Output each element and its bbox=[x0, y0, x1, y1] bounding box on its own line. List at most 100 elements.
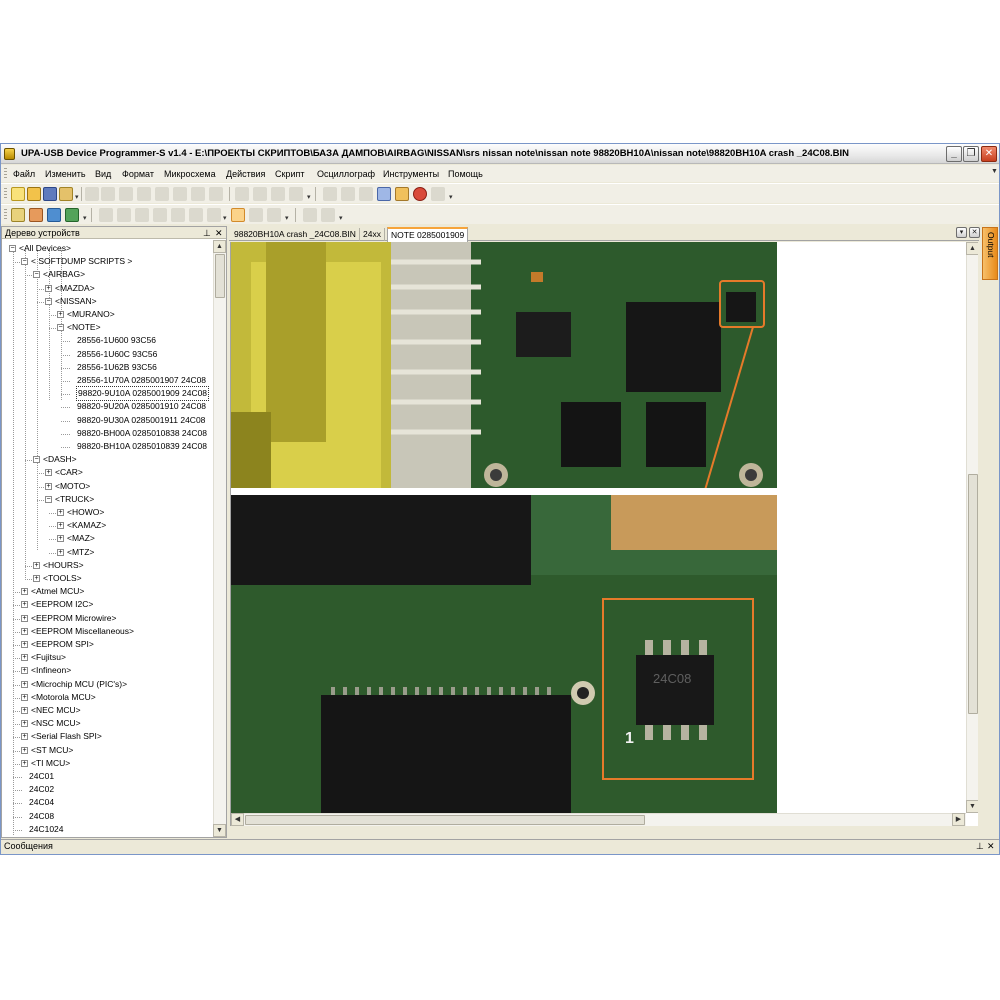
read-chip-icon[interactable] bbox=[85, 187, 99, 201]
tree-item[interactable]: <EEPROM I2C> bbox=[31, 598, 93, 611]
expand-icon[interactable]: + bbox=[21, 601, 28, 609]
expand-icon[interactable]: + bbox=[57, 535, 64, 543]
tree-item[interactable]: 98820-BH10A 0285010839 24C08 bbox=[77, 440, 207, 453]
zoom-icon[interactable] bbox=[323, 187, 337, 201]
tree-item[interactable]: <Infineon> bbox=[31, 664, 71, 677]
expand-icon[interactable]: + bbox=[21, 720, 28, 728]
toolbar-dropdown-icon[interactable]: ▾ bbox=[339, 215, 344, 222]
tree-item[interactable]: 98820-9U30A 0285001911 24C08 bbox=[77, 414, 205, 427]
expand-icon[interactable]: + bbox=[21, 707, 28, 714]
erase-icon[interactable] bbox=[155, 187, 169, 201]
tree-item[interactable]: <MOTO> bbox=[55, 480, 90, 493]
tree-item[interactable]: 28556-1U70A 0285001907 24C08 bbox=[77, 374, 206, 387]
menu-edit[interactable]: Изменить bbox=[45, 169, 86, 179]
tree-item[interactable]: <All Devices> bbox=[19, 242, 71, 255]
toolbar-dropdown-icon[interactable]: ▾ bbox=[83, 215, 88, 222]
collapse-icon[interactable]: − bbox=[33, 271, 40, 279]
menu-format[interactable]: Формат bbox=[122, 169, 154, 179]
expand-icon[interactable]: + bbox=[21, 693, 28, 701]
options-icon[interactable] bbox=[431, 187, 445, 201]
tree-scrollbar[interactable]: ▲ ▼ bbox=[213, 240, 226, 837]
toolbar-dropdown-icon[interactable]: ▾ bbox=[75, 194, 80, 201]
expand-icon[interactable]: + bbox=[57, 548, 64, 556]
messages-panel-bar[interactable]: Сообщения ⊥ ✕ bbox=[1, 839, 999, 853]
menu-help[interactable]: Помощь bbox=[448, 169, 483, 179]
scroll-up-icon[interactable]: ▲ bbox=[966, 242, 978, 255]
expand-icon[interactable]: + bbox=[57, 509, 64, 516]
new-file-icon[interactable] bbox=[11, 187, 25, 201]
viewer-vertical-scrollbar[interactable]: ▲ ▼ bbox=[966, 242, 978, 813]
calc-icon[interactable] bbox=[359, 187, 373, 201]
align-left-icon[interactable] bbox=[99, 208, 113, 222]
toolbar-dropdown-icon[interactable]: ▾ bbox=[307, 194, 312, 201]
expand-icon[interactable]: + bbox=[21, 654, 28, 662]
tree-item[interactable]: 28556-1U600 93C56 bbox=[77, 334, 156, 347]
tree-item[interactable]: <MAZ> bbox=[67, 532, 95, 545]
undo-icon[interactable] bbox=[191, 187, 205, 201]
tree-item[interactable]: <EEPROM SPI> bbox=[31, 638, 94, 651]
tree-item[interactable]: <AIRBAG> bbox=[43, 268, 85, 281]
tree-item[interactable]: 24C02 bbox=[29, 783, 54, 796]
tab-24xx[interactable]: 24xx bbox=[360, 228, 385, 241]
menu-oscilloscope[interactable]: Осциллограф bbox=[317, 169, 375, 179]
blank-check-icon[interactable] bbox=[137, 187, 151, 201]
collapse-icon[interactable]: − bbox=[45, 495, 52, 503]
toolbar-dropdown-icon[interactable]: ▾ bbox=[223, 215, 228, 222]
write-chip-icon[interactable] bbox=[101, 187, 115, 201]
tree-item[interactable]: <Microchip MCU (PIC's)> bbox=[31, 678, 127, 691]
tree-item[interactable]: < SOFTDUMP SCRIPTS > bbox=[31, 255, 132, 268]
tree-item[interactable]: <Fujitsu> bbox=[31, 651, 66, 664]
menu-file[interactable]: Файл bbox=[13, 169, 35, 179]
tree-item[interactable]: 28556-1U60C 93C56 bbox=[77, 348, 157, 361]
outdent-icon[interactable] bbox=[189, 208, 203, 222]
tree-item[interactable]: <HOURS> bbox=[43, 559, 84, 572]
expand-icon[interactable]: + bbox=[21, 733, 28, 741]
mode-icon[interactable] bbox=[341, 187, 355, 201]
tree-item[interactable]: <HOWO> bbox=[67, 506, 104, 519]
tree-item[interactable]: <TRUCK> bbox=[55, 493, 94, 506]
expand-icon[interactable]: + bbox=[33, 575, 40, 582]
expand-icon[interactable]: + bbox=[21, 680, 28, 688]
tree-item[interactable]: 24C08 bbox=[29, 810, 54, 823]
menu-overflow-icon[interactable]: ▼ bbox=[991, 168, 998, 175]
toolbar-grip[interactable] bbox=[4, 188, 7, 200]
close-panel-icon[interactable]: ✕ bbox=[215, 227, 223, 239]
expand-icon[interactable]: + bbox=[21, 759, 28, 767]
collapse-icon[interactable]: − bbox=[33, 456, 40, 464]
tree-item[interactable]: <NOTE> bbox=[67, 321, 101, 334]
expand-icon[interactable]: + bbox=[57, 311, 64, 318]
menu-script[interactable]: Скрипт bbox=[275, 169, 304, 179]
toolbar-grip[interactable] bbox=[4, 209, 7, 221]
move-icon[interactable] bbox=[65, 208, 79, 222]
align-center-icon[interactable] bbox=[117, 208, 131, 222]
expand-icon[interactable]: + bbox=[33, 561, 40, 569]
tree-item[interactable]: <EEPROM Miscellaneous> bbox=[31, 625, 134, 638]
scroll-left-icon[interactable]: ◀ bbox=[231, 813, 244, 826]
collapse-icon[interactable]: − bbox=[9, 245, 16, 252]
tab-note-image[interactable]: NOTE 0285001909 bbox=[387, 227, 469, 242]
tab-list-icon[interactable]: ▾ bbox=[956, 227, 967, 238]
expand-icon[interactable]: + bbox=[21, 627, 28, 635]
redo-icon[interactable] bbox=[209, 187, 223, 201]
table-icon[interactable] bbox=[207, 208, 221, 222]
bug-icon[interactable] bbox=[413, 187, 427, 201]
tree-item[interactable]: <CAR> bbox=[55, 466, 83, 479]
tree-item[interactable]: <Atmel MCU> bbox=[31, 585, 84, 598]
tree-item[interactable]: <Serial Flash SPI> bbox=[31, 730, 102, 743]
close-button[interactable]: ✕ bbox=[981, 146, 997, 162]
play-icon[interactable] bbox=[303, 208, 317, 222]
verify-icon[interactable] bbox=[119, 187, 133, 201]
indent-icon[interactable] bbox=[171, 208, 185, 222]
tree-item[interactable]: <NISSAN> bbox=[55, 295, 97, 308]
scroll-thumb[interactable] bbox=[215, 254, 225, 298]
device-info-icon[interactable] bbox=[377, 187, 391, 201]
tree-item[interactable]: <NSC MCU> bbox=[31, 717, 81, 730]
expand-icon[interactable]: + bbox=[57, 522, 64, 530]
copy-icon[interactable] bbox=[253, 187, 267, 201]
paste-icon[interactable] bbox=[271, 187, 285, 201]
cancel-op-icon[interactable] bbox=[173, 187, 187, 201]
tree-item[interactable]: <DASH> bbox=[43, 453, 77, 466]
collapse-icon[interactable]: − bbox=[45, 297, 52, 305]
stop-icon[interactable] bbox=[321, 208, 335, 222]
scroll-down-icon[interactable]: ▼ bbox=[213, 824, 226, 837]
